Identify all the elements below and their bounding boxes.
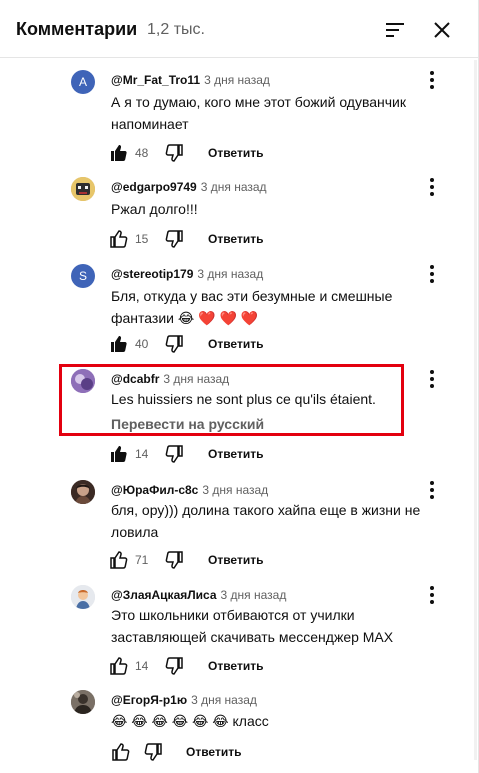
like-count: 71 [135,553,149,567]
comment-actions: 14 Ответить [109,442,309,466]
avatar[interactable] [71,585,95,609]
comment-author[interactable]: @ЗлаяАцкаяЛиса [111,588,217,602]
dislike-icon[interactable] [164,444,184,464]
comment-actions: 15 Ответить [109,227,309,251]
comment-text: Ржал долго!!! [111,201,198,217]
avatar[interactable] [71,690,95,714]
comment-time[interactable]: 3 дня назад [221,588,287,602]
reply-button[interactable]: Ответить [208,659,263,673]
comment-meta: @stereotip179 3 дня назад [111,267,263,281]
more-options-icon[interactable] [424,369,440,389]
comment-author[interactable]: @edgarpo9749 [111,180,197,194]
comments-panel: Комментарии 1,2 тыс. A @Mr_Fat_Tro11 3 дн… [0,0,479,773]
comments-header: Комментарии 1,2 тыс. [0,0,479,58]
avatar[interactable]: S [71,264,95,288]
close-icon[interactable] [430,18,454,42]
like-count: 48 [135,146,149,160]
like-count: 14 [135,659,149,673]
comment-text: А я то думаю, кого мне этот божий одуван… [111,94,407,132]
scrollbar[interactable] [474,60,477,760]
reply-button[interactable]: Ответить [208,337,263,351]
dislike-icon[interactable] [143,742,163,762]
like-icon[interactable] [109,656,129,676]
more-options-icon[interactable] [424,264,440,284]
comment-text: бля, ору))) долина такого хайпа еще в жи… [111,502,421,540]
dislike-icon[interactable] [164,656,184,676]
comment-time[interactable]: 3 дня назад [201,180,267,194]
dislike-icon[interactable] [164,550,184,570]
comment-actions: 14 Ответить [109,654,309,678]
reply-button[interactable]: Ответить [208,232,263,246]
comment-author[interactable]: @Mr_Fat_Tro11 [111,73,200,87]
like-icon[interactable] [109,550,129,570]
dislike-icon[interactable] [164,143,184,163]
comment-text: Это школьники отбиваются от училки заста… [111,607,394,645]
comment-author[interactable]: @stereotip179 [111,267,193,281]
avatar-letter: A [78,75,87,89]
comment-actions: 40 Ответить [109,332,309,356]
like-icon[interactable] [111,742,131,762]
reply-button[interactable]: Ответить [208,553,263,567]
more-options-icon[interactable] [424,480,440,500]
like-icon[interactable] [109,143,129,163]
highlight-box [59,364,404,436]
like-count: 15 [135,232,149,246]
like-count: 40 [135,337,149,351]
like-icon[interactable] [109,334,129,354]
comment-actions: 48 Ответить [109,141,309,165]
comment-actions: 71 Ответить [109,548,309,572]
reply-button[interactable]: Ответить [208,447,263,461]
avatar-letter: S [78,269,87,283]
more-options-icon[interactable] [424,585,440,605]
dislike-icon[interactable] [164,334,184,354]
avatar[interactable]: A [71,70,95,94]
reply-button[interactable]: Ответить [208,146,263,160]
comment-time[interactable]: 3 дня назад [191,693,257,707]
like-icon[interactable] [109,229,129,249]
comment-meta: @ЗлаяАцкаяЛиса 3 дня назад [111,588,286,602]
comment-time[interactable]: 3 дня назад [197,267,263,281]
reply-button[interactable]: Ответить [186,745,241,759]
comment-text: 😂 😂 😂 😂 😂 😂 класс [111,713,269,729]
comment-author[interactable]: @ЕгорЯ-р1ю [111,693,187,707]
comment-time[interactable]: 3 дня назад [202,483,268,497]
comment-meta: @Mr_Fat_Tro11 3 дня назад [111,73,270,87]
avatar[interactable] [71,177,95,201]
comment-time[interactable]: 3 дня назад [204,73,270,87]
avatar[interactable] [71,480,95,504]
like-count: 14 [135,447,149,461]
comment-text: Бля, откуда у вас эти безумные и смешные… [111,288,393,326]
sort-icon[interactable] [383,18,407,42]
comment-meta: @ЮраФил-с8с 3 дня назад [111,483,268,497]
comment-author[interactable]: @ЮраФил-с8с [111,483,198,497]
comment-meta: @edgarpo9749 3 дня назад [111,180,267,194]
more-options-icon[interactable] [424,177,440,197]
like-icon[interactable] [109,444,129,464]
comment-meta: @ЕгорЯ-р1ю 3 дня назад [111,693,257,707]
more-options-icon[interactable] [424,70,440,90]
comments-title: Комментарии [16,19,138,39]
comment-actions: Ответить [111,740,311,764]
comments-count: 1,2 тыс. [147,21,205,38]
dislike-icon[interactable] [164,229,184,249]
